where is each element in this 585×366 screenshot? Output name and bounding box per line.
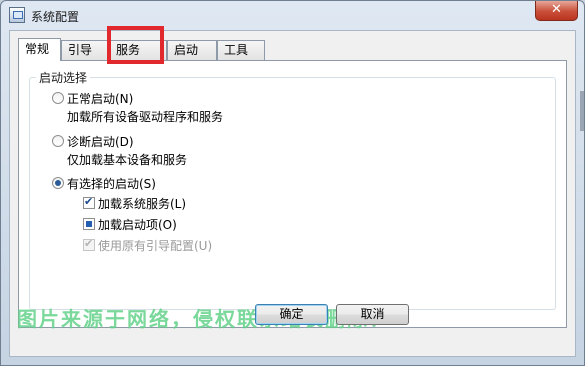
watermark-text: 图片来源于网络，侵权联系站长删除！ (17, 307, 391, 331)
diagnostic-startup-radio[interactable] (52, 135, 64, 147)
load-system-services-label[interactable]: 加载系统服务(L) (98, 195, 186, 212)
tab-boot[interactable]: 引导 (61, 40, 109, 60)
tab-tools[interactable]: 工具 (217, 40, 265, 60)
close-button[interactable]: ✕ (535, 1, 578, 21)
window-title: 系统配置 (31, 10, 80, 24)
startup-selection-group: 启动选择 正常启动(N) 加载所有设备驱动程序和服务 诊断启动(D) 仅加载基本… (29, 69, 556, 310)
cancel-button[interactable]: 取消 (336, 304, 409, 325)
load-system-services-checkbox[interactable] (83, 195, 95, 209)
tab-general[interactable]: 常规 (18, 38, 61, 61)
normal-startup-description: 加载所有设备驱动程序和服务 (67, 110, 224, 124)
normal-startup-label[interactable]: 正常启动(N) (67, 90, 133, 107)
selective-startup-radio[interactable] (52, 177, 64, 189)
use-original-boot-config-label: 使用原有引导配置(U) (98, 239, 213, 253)
highlight-annotation-box (107, 26, 164, 64)
diagnostic-startup-label[interactable]: 诊断启动(D) (67, 133, 134, 150)
startup-selection-label: 启动选择 (36, 69, 91, 86)
diagnostic-startup-description: 仅加载基本设备和服务 (67, 153, 188, 167)
window-edge-strip (580, 91, 584, 131)
system-config-window: 系统配置 ✕ 常规 引导 服务 启动 工具 启动选择 正常启动(N) 加载所有设… (0, 0, 585, 366)
load-startup-items-label[interactable]: 加载启动项(O) (98, 216, 177, 233)
load-startup-items-checkbox[interactable] (83, 218, 95, 230)
use-original-boot-config-checkbox (83, 237, 95, 251)
selective-startup-label[interactable]: 有选择的启动(S) (67, 175, 156, 192)
tab-startup[interactable]: 启动 (167, 40, 217, 60)
msconfig-app-icon (9, 7, 25, 23)
general-tab-panel: 启动选择 正常启动(N) 加载所有设备驱动程序和服务 诊断启动(D) 仅加载基本… (18, 60, 567, 328)
normal-startup-radio[interactable] (52, 92, 64, 104)
ok-button[interactable]: 确定 (255, 304, 328, 325)
title-bar[interactable]: 系统配置 ✕ (1, 1, 584, 29)
